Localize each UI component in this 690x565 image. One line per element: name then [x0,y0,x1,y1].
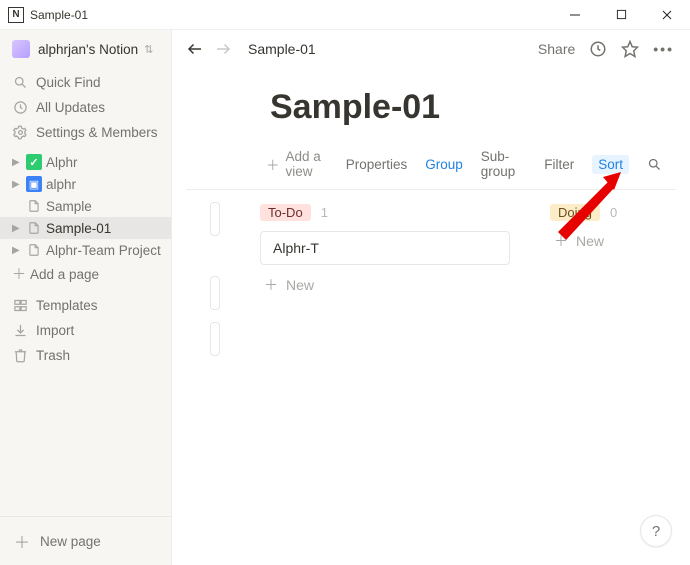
plus-icon: ＋ [554,231,568,251]
settings-label: Settings & Members [36,125,158,140]
page-emoji-icon: ▣ [26,176,42,192]
main-content: Sample-01 Share ••• Sample-01 ＋ Add a vi… [172,30,690,565]
board-view: To-Do 1 Alphr-T ＋ New Doing 0 ＋ N [172,190,690,368]
tree-item-alphr-2[interactable]: ▶ ▣ alphr [0,173,171,195]
topbar: Sample-01 Share ••• [172,30,690,66]
caret-icon[interactable]: ▶ [12,223,22,234]
help-label: ? [652,523,660,540]
search-icon [12,75,28,90]
new-page-label: New page [40,534,101,549]
offscreen-column-peek [210,202,220,368]
card-title: Alphr-T [273,240,319,256]
app-icon: N [8,7,24,23]
tree-item-alphr-1[interactable]: ▶ ✓ Alphr [0,151,171,173]
new-card-button[interactable]: ＋ New [260,275,510,295]
board-column-doing: Doing 0 ＋ New [550,202,690,368]
import-label: Import [36,323,74,338]
tree-label: alphr [46,177,76,192]
sort-button[interactable]: Sort [592,155,629,174]
templates-label: Templates [36,298,98,313]
window-controls [552,0,690,30]
tree-item-sample[interactable]: ▶ Sample [0,195,171,217]
board-card[interactable]: Alphr-T [260,231,510,265]
status-tag-doing[interactable]: Doing [550,204,600,221]
plus-icon: ＋ [264,275,278,295]
quick-find-button[interactable]: Quick Find [0,70,171,95]
new-card-label: New [576,233,604,249]
favorite-star-icon[interactable] [621,40,639,58]
plus-icon: ＋ [12,264,22,284]
caret-icon[interactable]: ▶ [12,157,22,168]
new-card-button[interactable]: ＋ New [550,231,690,251]
column-count: 1 [321,205,328,220]
document-icon [26,198,42,214]
page-emoji-icon: ✓ [26,154,42,170]
settings-members-button[interactable]: Settings & Members [0,120,171,145]
breadcrumb[interactable]: Sample-01 [248,41,316,57]
tree-label: Sample-01 [46,221,111,236]
import-button[interactable]: Import [0,318,171,343]
templates-button[interactable]: Templates [0,293,171,318]
nav-forward-button[interactable] [214,40,232,58]
sidebar: alphrjan's Notion ⇅ Quick Find All Updat… [0,30,172,565]
tree-label: Alphr-Team Project [46,243,161,258]
templates-icon [12,298,28,313]
group-button[interactable]: Group [425,157,463,172]
plus-icon: ＋ [14,529,30,553]
subgroup-button[interactable]: Sub-group [481,149,526,179]
nav-back-button[interactable] [186,40,204,58]
all-updates-button[interactable]: All Updates [0,95,171,120]
page-tree: ▶ ✓ Alphr ▶ ▣ alphr ▶ Sample ▶ [0,151,171,287]
tree-label: Alphr [46,155,78,170]
all-updates-label: All Updates [36,100,105,115]
workspace-icon [12,40,30,58]
filter-button[interactable]: Filter [544,157,574,172]
maximize-button[interactable] [598,0,644,30]
tree-item-alphr-team[interactable]: ▶ Alphr-Team Project [0,239,171,261]
clock-icon [12,100,28,115]
workspace-switcher[interactable]: alphrjan's Notion ⇅ [0,30,171,70]
trash-button[interactable]: Trash [0,343,171,368]
updates-icon[interactable] [589,40,607,58]
board-column-todo: To-Do 1 Alphr-T ＋ New [260,202,510,368]
document-icon [26,220,42,236]
close-button[interactable] [644,0,690,30]
add-page-label: Add a page [30,267,99,282]
tree-item-sample-01[interactable]: ▶ Sample-01 [0,217,171,239]
gear-icon [12,125,28,140]
chevron-updown-icon: ⇅ [144,43,153,56]
download-icon [12,323,28,338]
database-toolbar: ＋ Add a view Properties Group Sub-group … [186,149,676,190]
more-icon[interactable]: ••• [653,41,674,57]
minimize-button[interactable] [552,0,598,30]
add-page-inline-button[interactable]: ＋ Add a page [0,261,171,287]
new-card-label: New [286,277,314,293]
workspace-name: alphrjan's Notion [38,42,138,57]
trash-icon [12,348,28,363]
column-count: 0 [610,205,617,220]
plus-icon: ＋ [266,154,280,174]
help-button[interactable]: ? [640,515,672,547]
trash-label: Trash [36,348,70,363]
caret-icon[interactable]: ▶ [12,179,22,190]
search-icon[interactable] [647,157,662,172]
caret-icon[interactable]: ▶ [12,245,22,256]
properties-button[interactable]: Properties [346,157,408,172]
share-button[interactable]: Share [538,41,575,57]
document-icon [26,242,42,258]
add-view-button[interactable]: Add a view [286,149,328,179]
page-title[interactable]: Sample-01 [172,66,690,149]
tree-label: Sample [46,199,92,214]
window-titlebar: N Sample-01 [0,0,690,30]
window-title: Sample-01 [30,8,88,22]
status-tag-todo[interactable]: To-Do [260,204,311,221]
new-page-button[interactable]: ＋ New page [0,516,171,565]
quick-find-label: Quick Find [36,75,101,90]
